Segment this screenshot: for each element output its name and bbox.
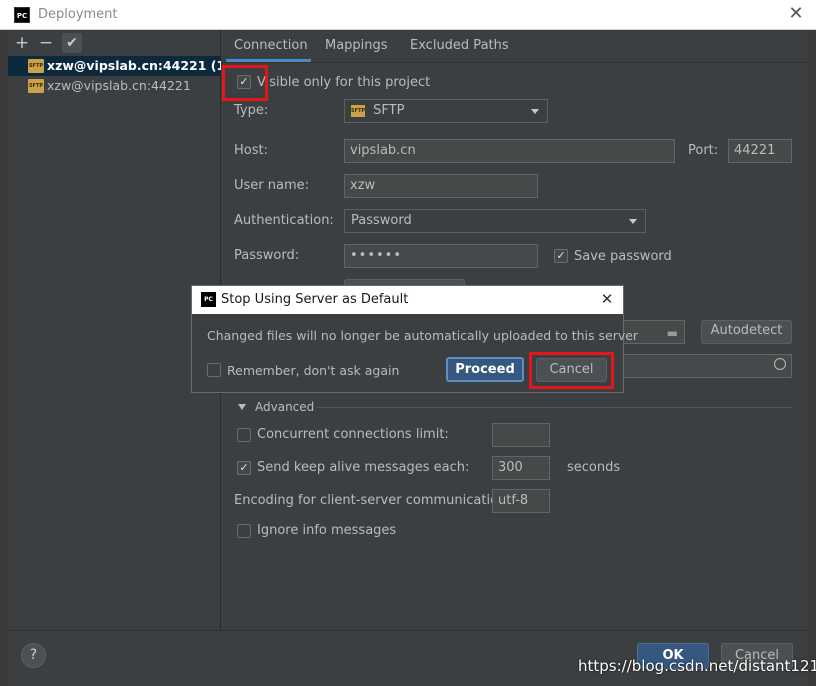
outer-frame-right — [808, 30, 816, 686]
remove-server-icon[interactable]: − — [36, 33, 56, 53]
sftp-server-icon: SFTP — [28, 79, 44, 93]
add-server-icon[interactable]: + — [12, 33, 32, 53]
ignore-info-checkbox[interactable] — [237, 524, 251, 538]
username-input[interactable]: xzw — [344, 174, 538, 198]
globe-icon[interactable] — [774, 358, 786, 370]
port-label: Port: — [688, 143, 719, 158]
dialog-message: Changed files will no longer be automati… — [207, 328, 639, 343]
visible-only-label: Visible only for this project — [257, 75, 431, 90]
server-list-panel — [8, 30, 221, 630]
window-title: Deployment — [38, 7, 118, 22]
type-select-value: SFTP — [373, 103, 405, 118]
encoding-label: Encoding for client-server communication… — [234, 493, 511, 508]
authentication-select-value: Password — [351, 213, 412, 228]
keep-alive-checkbox[interactable]: ✓ — [237, 461, 251, 475]
dialog-title-bar: PC Stop Using Server as Default ✕ — [192, 286, 623, 314]
server-list-toolbar: + − ✔ — [8, 30, 221, 56]
tab-mappings[interactable]: Mappings — [325, 38, 388, 60]
remember-label: Remember, don't ask again — [227, 363, 400, 378]
pycharm-logo-icon: PC — [14, 7, 30, 23]
encoding-input[interactable]: utf-8 — [492, 489, 550, 513]
save-password-label: Save password — [574, 249, 672, 264]
username-label: User name: — [234, 178, 310, 193]
server-list-item[interactable]: SFTP xzw@vipslab.cn:44221 (1) — [8, 56, 231, 76]
watermark-text: https://blog.csdn.net/distant1219 — [578, 657, 816, 675]
concurrent-connections-label: Concurrent connections limit: — [257, 427, 449, 442]
tab-connection[interactable]: Connection — [234, 38, 308, 60]
password-label: Password: — [234, 248, 300, 263]
authentication-label: Authentication: — [234, 213, 334, 228]
autodetect-button[interactable]: Autodetect — [701, 320, 792, 344]
port-input[interactable]: 44221 — [728, 139, 792, 163]
host-input[interactable]: vipslab.cn — [344, 139, 675, 163]
web-server-url-input[interactable] — [623, 354, 792, 378]
dialog-close-icon[interactable]: ✕ — [598, 290, 616, 308]
password-input[interactable]: •••••• — [344, 244, 538, 268]
keep-alive-label: Send keep alive messages each: — [257, 460, 470, 475]
advanced-collapse-icon[interactable] — [238, 404, 246, 410]
keep-alive-input[interactable]: 300 — [492, 456, 550, 480]
save-password-checkbox[interactable]: ✓ — [554, 249, 568, 263]
keep-alive-unit: seconds — [567, 460, 621, 475]
concurrent-connections-input[interactable] — [492, 423, 550, 447]
highlight-box-cancel — [529, 352, 614, 389]
advanced-separator — [316, 407, 792, 408]
tab-excluded-paths[interactable]: Excluded Paths — [410, 38, 509, 60]
chevron-down-icon — [629, 219, 637, 224]
proceed-button[interactable]: Proceed — [446, 357, 524, 382]
remember-checkbox[interactable] — [207, 363, 221, 377]
pycharm-logo-icon: PC — [201, 292, 216, 307]
server-list-item-label: xzw@vipslab.cn:44221 — [47, 78, 191, 93]
server-list-item-label: xzw@vipslab.cn:44221 (1) — [47, 58, 231, 73]
highlight-box-visible-only — [222, 65, 268, 101]
advanced-section-label[interactable]: Advanced — [255, 400, 314, 414]
window-close-icon[interactable]: ✕ — [786, 4, 806, 24]
window-title-bar: PC Deployment ✕ — [0, 0, 816, 30]
folder-icon[interactable]: ▬ — [667, 325, 678, 341]
authentication-select[interactable]: Password — [344, 209, 646, 233]
server-list-item[interactable]: SFTP xzw@vipslab.cn:44221 — [8, 76, 221, 96]
type-label: Type: — [234, 103, 269, 118]
type-select[interactable]: SFTP SFTP — [344, 99, 548, 123]
tab-separator — [221, 62, 808, 63]
concurrent-connections-checkbox[interactable] — [237, 428, 251, 442]
help-icon[interactable]: ? — [21, 643, 46, 668]
sftp-type-icon: SFTP — [351, 104, 365, 117]
chevron-down-icon — [531, 109, 539, 114]
host-label: Host: — [234, 143, 268, 158]
set-default-check-icon[interactable]: ✔ — [62, 33, 82, 53]
ignore-info-label: Ignore info messages — [257, 523, 397, 538]
dialog-title: Stop Using Server as Default — [221, 292, 409, 307]
sftp-server-icon: SFTP — [28, 59, 44, 73]
outer-frame-left — [0, 30, 8, 686]
